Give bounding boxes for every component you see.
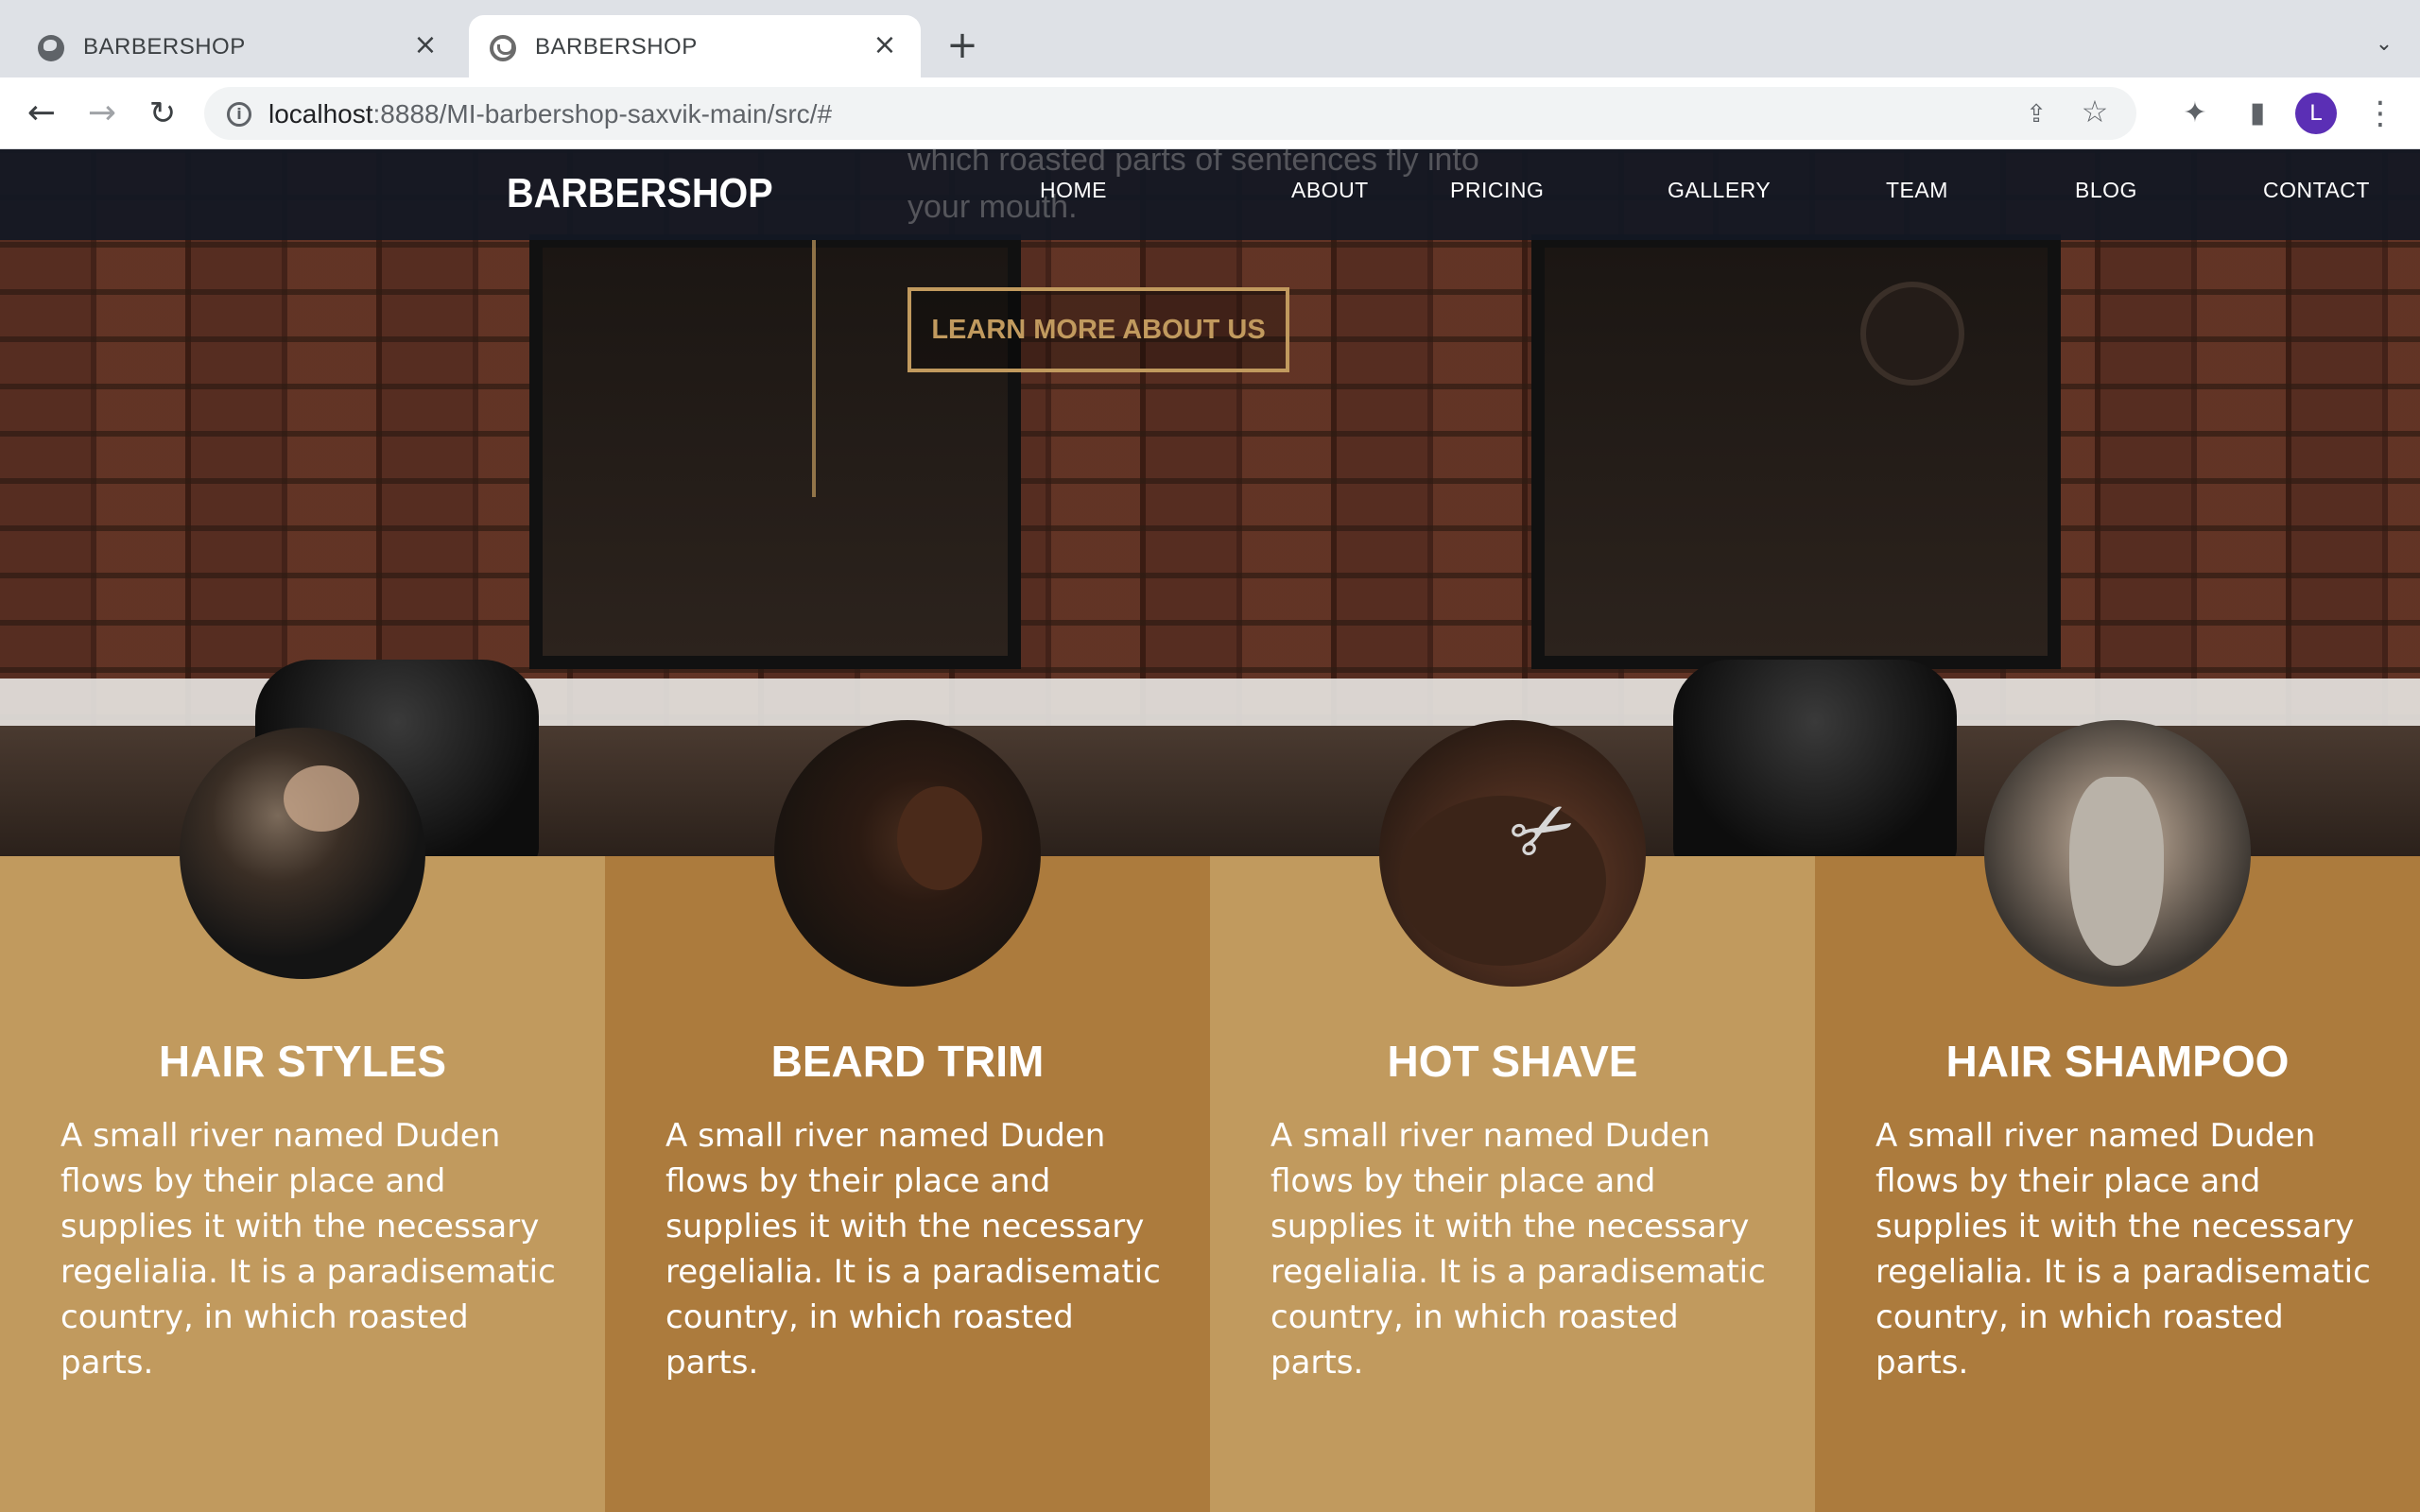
hero-divider-line	[812, 240, 816, 497]
page-viewport: LEARN MORE ABOUT US which roasted parts …	[0, 149, 2420, 1512]
hair-shampoo-photo	[1984, 720, 2251, 987]
nav-link-home[interactable]: HOME	[1040, 178, 1107, 203]
mirror-decoration	[1531, 234, 2061, 669]
nav-link-gallery[interactable]: GALLERY	[1668, 178, 1771, 203]
browser-tab-2[interactable]: BARBERSHOP ×	[469, 15, 921, 77]
nav-link-team[interactable]: TEAM	[1886, 178, 1948, 203]
service-description: A small river named Duden flows by their…	[1270, 1117, 1766, 1382]
nav-link-contact[interactable]: CONTACT	[2263, 178, 2370, 203]
learn-more-button[interactable]: LEARN MORE ABOUT US	[908, 287, 1289, 372]
hair-styles-photo	[180, 728, 425, 979]
service-description: A small river named Duden flows by their…	[1876, 1117, 2371, 1382]
profile-avatar[interactable]: L	[2295, 93, 2337, 134]
close-icon[interactable]: ×	[410, 30, 441, 60]
share-icon[interactable]: ⇪	[2023, 100, 2049, 129]
service-title: HAIR STYLES	[158, 1037, 447, 1086]
nav-link-about[interactable]: ABOUT	[1291, 178, 1369, 203]
browser-toolbar: ← → ↻ i localhost:8888/MI-barbershop-sax…	[0, 77, 2420, 149]
reload-icon[interactable]: ↻	[144, 94, 182, 132]
hot-shave-photo: ✂	[1379, 720, 1646, 987]
nav-link-blog[interactable]: BLOG	[2075, 178, 2137, 203]
clock-decoration	[1860, 282, 1964, 386]
service-title: BEARD TRIM	[770, 1037, 1045, 1086]
site-logo[interactable]: BARBERSHOP	[507, 170, 773, 217]
barber-logo-icon	[490, 35, 516, 61]
beard-trim-photo	[774, 720, 1041, 987]
close-icon[interactable]: ×	[870, 30, 900, 60]
chevron-down-icon[interactable]: ⌄	[2373, 32, 2395, 56]
address-url[interactable]: localhost:8888/MI-barbershop-saxvik-main…	[268, 99, 832, 129]
service-description: A small river named Duden flows by their…	[60, 1117, 556, 1382]
back-arrow-icon[interactable]: ←	[23, 94, 60, 132]
url-host: localhost	[268, 99, 373, 129]
url-path: :8888/MI-barbershop-saxvik-main/src/#	[372, 99, 833, 129]
nav-link-pricing[interactable]: PRICING	[1450, 178, 1544, 203]
service-title: HAIR SHAMPOO	[1945, 1037, 2290, 1086]
info-icon[interactable]: i	[227, 102, 251, 127]
bookmark-star-icon[interactable]: ☆	[2080, 96, 2110, 127]
browser-tab-strip: BARBERSHOP × BARBERSHOP × + ⌄	[0, 0, 2420, 77]
face-shape	[284, 765, 359, 832]
tab-title: BARBERSHOP	[535, 34, 698, 60]
side-panel-icon[interactable]: ▮	[2240, 96, 2274, 130]
address-bar[interactable]: i localhost:8888/MI-barbershop-saxvik-ma…	[204, 87, 2136, 140]
face-shape	[897, 786, 982, 890]
tab-title: BARBERSHOP	[83, 34, 246, 60]
more-menu-icon[interactable]: ⋮	[2363, 96, 2397, 130]
face-shape	[2069, 777, 2164, 966]
browser-tab-1[interactable]: BARBERSHOP ×	[0, 15, 461, 77]
forward-arrow-icon[interactable]: →	[83, 94, 121, 132]
new-tab-icon[interactable]: +	[943, 26, 981, 64]
extensions-puzzle-icon[interactable]: ✦	[2178, 96, 2212, 130]
barber-chair-decoration	[1673, 660, 1957, 868]
service-title: HOT SHAVE	[1387, 1037, 1638, 1086]
service-description: A small river named Duden flows by their…	[666, 1117, 1161, 1382]
globe-icon	[38, 35, 64, 61]
site-navbar: which roasted parts of sentences fly int…	[0, 149, 2420, 240]
site-nav-menu: HOME ABOUT PRICING GALLERY TEAM BLOG CON…	[1040, 178, 2401, 212]
